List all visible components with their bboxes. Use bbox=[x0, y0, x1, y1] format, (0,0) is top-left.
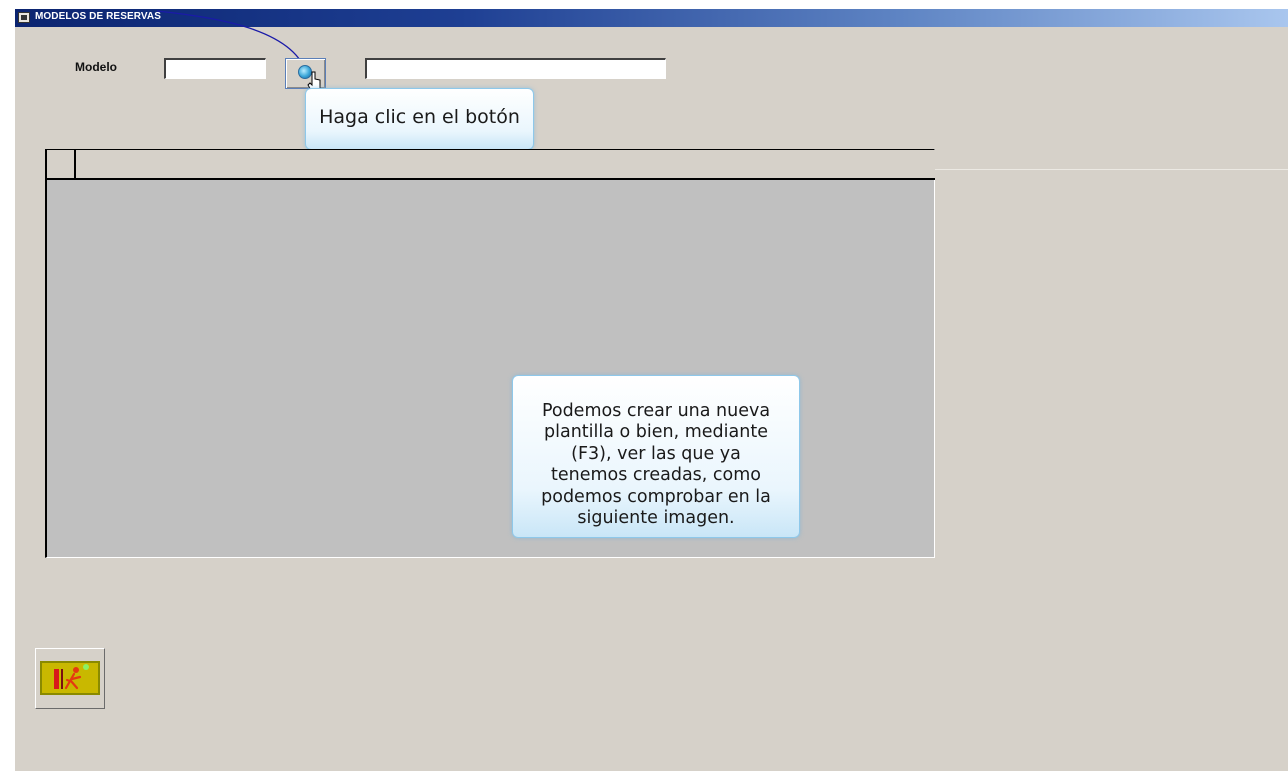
modelo-input[interactable] bbox=[164, 58, 266, 79]
application-window: MODELOS DE RESERVAS Modelo Haga clic en … bbox=[15, 9, 1288, 771]
data-grid[interactable] bbox=[45, 149, 935, 558]
click-hint-callout: Haga clic en el botón bbox=[305, 88, 534, 150]
window-title: MODELOS DE RESERVAS bbox=[35, 11, 161, 22]
exit-button[interactable] bbox=[35, 648, 105, 709]
click-hint-text: Haga clic en el botón bbox=[319, 106, 520, 128]
modelo-label: Modelo bbox=[75, 60, 117, 74]
window-icon bbox=[18, 12, 30, 23]
info-callout-text: Podemos crear una nueva plantilla o bien… bbox=[541, 400, 771, 529]
descripcion-input[interactable] bbox=[365, 58, 666, 79]
grid-header bbox=[47, 150, 935, 180]
info-callout: Podemos crear una nueva plantilla o bien… bbox=[512, 375, 800, 538]
grid-row-selector-header[interactable] bbox=[47, 150, 76, 178]
exit-door-icon bbox=[40, 661, 100, 695]
divider-line bbox=[935, 169, 1288, 170]
